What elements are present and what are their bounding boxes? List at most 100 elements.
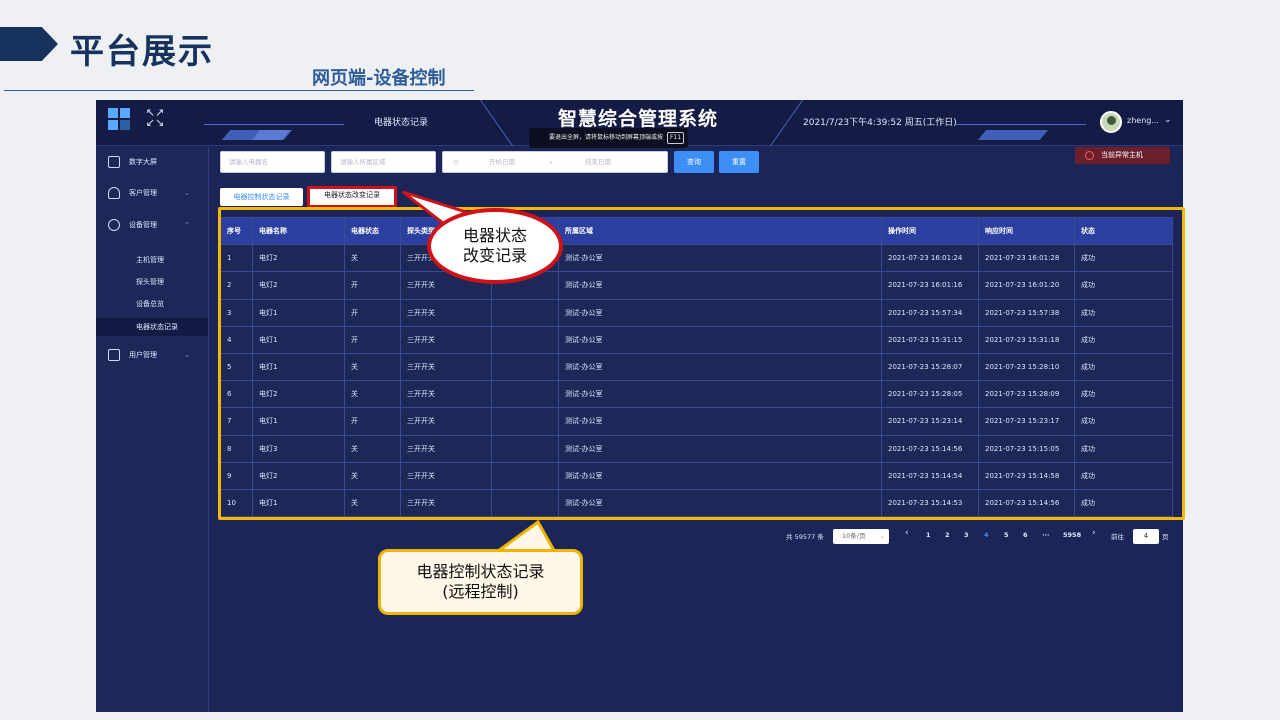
table-cell bbox=[491, 352, 559, 382]
table-cell: 1 bbox=[220, 244, 253, 273]
table-cell: 测试-办公室 bbox=[558, 352, 882, 382]
pager-page[interactable]: 3 bbox=[964, 531, 969, 539]
table-cell: 三开开关 bbox=[400, 380, 492, 409]
table-cell: 电灯1 bbox=[252, 407, 345, 436]
pager-page[interactable]: 5958 bbox=[1063, 531, 1081, 539]
table-cell: 电灯2 bbox=[252, 461, 345, 490]
table-cell: 关 bbox=[344, 380, 401, 409]
pager-prev[interactable]: ‹ bbox=[905, 528, 909, 538]
table-cell: 关 bbox=[344, 244, 401, 273]
table-row: 3 电灯1 开三开开关 测试-办公室 2021-07-23 15:57:34 2021-0… bbox=[220, 298, 1173, 327]
table-cell: 测试-办公室 bbox=[558, 461, 882, 490]
tab-change-record[interactable]: 电器状态改变记录 bbox=[307, 186, 397, 208]
table-cell: 2021-07-23 15:14:53 bbox=[881, 488, 979, 518]
table-row: 5 电灯1 关三开开关 测试-办公室 2021-07-23 15:28:07 2021-0… bbox=[220, 352, 1173, 382]
table-cell: 2021-07-23 15:14:56 bbox=[881, 434, 979, 463]
table-cell: 三开开关 bbox=[400, 488, 492, 518]
pager-page[interactable]: 4 bbox=[984, 531, 989, 539]
pager-page[interactable]: 2 bbox=[945, 531, 950, 539]
table-row: 1 电灯2 关三开开关 测试-办公室 2021-07-23 16:01:24 2021-0… bbox=[220, 244, 1173, 273]
sidebar-item-devices[interactable]: 设备管理 ⌃ bbox=[96, 215, 208, 235]
table-row: 10 电灯1 关三开开关 测试-办公室 2021-07-23 15:14:53 2021-… bbox=[220, 488, 1173, 518]
table-cell: 三开开关 bbox=[400, 407, 492, 436]
abnormal-host-label: 当前异常主机 bbox=[1101, 151, 1143, 159]
chevron-down-icon[interactable]: ⌄ bbox=[1164, 115, 1172, 125]
date-range-picker[interactable]: ◷ 开始日期 - 结束日期 bbox=[442, 151, 668, 173]
alarm-icon bbox=[1085, 151, 1094, 160]
col-header: 所属区域 bbox=[558, 216, 882, 246]
table-cell: 2021-07-23 15:57:34 bbox=[881, 298, 979, 327]
appliance-name-input[interactable]: 请输入电器名 bbox=[220, 151, 325, 173]
table-row: 8 电灯3 关三开开关 测试-办公室 2021-07-23 15:14:56 2021-0… bbox=[220, 434, 1173, 463]
pager-goto-input[interactable]: 4 bbox=[1133, 529, 1159, 544]
table-cell: 电灯1 bbox=[252, 488, 345, 518]
table-cell: 测试-办公室 bbox=[558, 298, 882, 327]
f11-key: F11 bbox=[666, 132, 685, 144]
sidebar-item-label: 数字大屏 bbox=[129, 158, 157, 166]
sidebar-sub-appliance-record[interactable]: 电器状态记录 bbox=[96, 318, 208, 336]
sidebar-sub-overview[interactable]: 设备总览 bbox=[96, 295, 208, 313]
start-date-field[interactable]: 开始日期 bbox=[489, 152, 515, 172]
table-cell: 10 bbox=[220, 488, 253, 518]
pager-page[interactable]: 1 bbox=[926, 531, 931, 539]
datetime-display: 2021/7/23下午4:39:52 周五(工作日) bbox=[803, 118, 957, 128]
fullscreen-icon[interactable]: ↖↗ ↙↘ bbox=[142, 107, 168, 128]
page-size-select[interactable]: 10条/页 ⌄ bbox=[833, 529, 889, 544]
fullscreen-tip: 要退出全屏，请将鼠标移动到屏幕顶端或按 F11 bbox=[529, 128, 689, 148]
topbar-tab-label[interactable]: 电器状态记录 bbox=[374, 115, 428, 128]
table-cell: 4 bbox=[220, 325, 253, 354]
pager-page[interactable]: 5 bbox=[1004, 531, 1009, 539]
username[interactable]: zheng... bbox=[1127, 116, 1159, 125]
table-cell bbox=[491, 325, 559, 354]
chevron-up-icon: ⌃ bbox=[184, 221, 190, 229]
table-cell: 开 bbox=[344, 298, 401, 327]
area-input[interactable]: 请输入所属区域 bbox=[331, 151, 436, 173]
avatar[interactable] bbox=[1100, 111, 1122, 133]
abnormal-host-button[interactable]: 当前异常主机 bbox=[1075, 147, 1170, 164]
grid-logo-icon bbox=[108, 108, 130, 130]
pager-page[interactable]: 6 bbox=[1023, 531, 1028, 539]
sidebar-item-dashboard[interactable]: 数字大屏 bbox=[96, 152, 208, 172]
end-date-field[interactable]: 结束日期 bbox=[585, 152, 611, 172]
col-header: 响应时间 bbox=[978, 216, 1075, 246]
table-cell: 测试-办公室 bbox=[558, 407, 882, 436]
table-cell: 三开开关 bbox=[400, 325, 492, 354]
pager-next[interactable]: › bbox=[1092, 528, 1096, 538]
table-cell: 三开开关 bbox=[400, 298, 492, 327]
table-row: 7 电灯1 开三开开关 测试-办公室 2021-07-23 15:23:14 2021-0… bbox=[220, 407, 1173, 436]
query-button[interactable]: 查询 bbox=[674, 151, 714, 173]
sidebar-sub-probe[interactable]: 探头管理 bbox=[96, 273, 208, 291]
col-header: 操作时间 bbox=[881, 216, 979, 246]
table-row: 9 电灯2 关三开开关 测试-办公室 2021-07-23 15:14:54 2021-0… bbox=[220, 461, 1173, 490]
id-card-icon bbox=[108, 349, 120, 361]
date-separator: - bbox=[550, 158, 553, 166]
table-cell: 2021-07-23 16:01:16 bbox=[881, 271, 979, 300]
table-cell: 测试-办公室 bbox=[558, 434, 882, 463]
col-header: 序号 bbox=[220, 216, 253, 246]
fullscreen-tip-text: 要退出全屏，请将鼠标移动到屏幕顶端或按 bbox=[549, 134, 664, 141]
sidebar-item-label: 客户管理 bbox=[129, 189, 157, 197]
subtitle-underline bbox=[4, 90, 474, 91]
table-cell: 电灯1 bbox=[252, 298, 345, 327]
page-size-value: 10条/页 bbox=[842, 532, 866, 540]
record-table: 序号 电器名称 电器状态 探头类型 所属区域 操作时间 响应时间 状态 1 电灯2… bbox=[220, 216, 1173, 518]
sidebar-item-users[interactable]: 用户管理 ⌄ bbox=[96, 345, 208, 365]
pager-page[interactable]: ··· bbox=[1042, 531, 1049, 539]
sidebar-item-customers[interactable]: 客户管理 ⌄ bbox=[96, 183, 208, 203]
decor-line bbox=[956, 124, 1086, 125]
table-cell: 成功 bbox=[1074, 407, 1173, 436]
pager-page-unit: 页 bbox=[1162, 533, 1169, 541]
table-cell: 8 bbox=[220, 434, 253, 463]
tab-control-record[interactable]: 电器控制状态记录 bbox=[220, 188, 303, 206]
decor-line bbox=[479, 100, 514, 146]
sidebar-sub-host[interactable]: 主机管理 bbox=[96, 251, 208, 269]
table-row: 2 电灯2 开三开开关 测试-办公室 2021-07-23 16:01:16 2021-0… bbox=[220, 271, 1173, 300]
reset-button[interactable]: 重置 bbox=[719, 151, 759, 173]
table-cell: 成功 bbox=[1074, 434, 1173, 463]
table-cell: 2 bbox=[220, 271, 253, 300]
table-cell: 成功 bbox=[1074, 325, 1173, 354]
table-cell: 9 bbox=[220, 461, 253, 490]
table-row: 6 电灯2 关三开开关 测试-办公室 2021-07-23 15:28:05 2021-0… bbox=[220, 380, 1173, 409]
table-cell: 6 bbox=[220, 380, 253, 409]
table-cell: 成功 bbox=[1074, 298, 1173, 327]
